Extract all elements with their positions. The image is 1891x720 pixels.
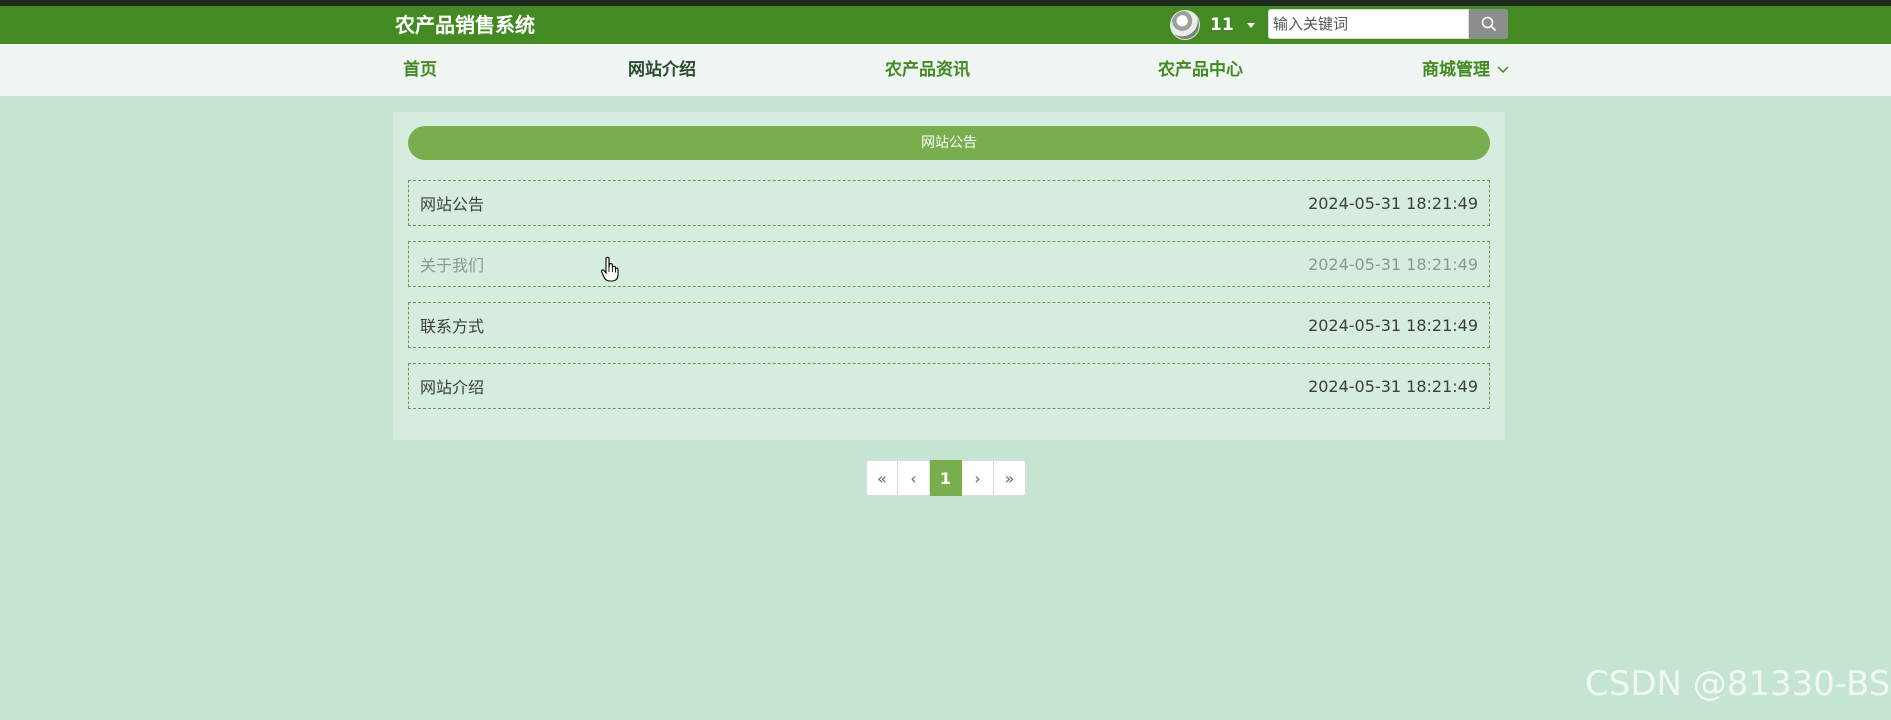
page-number-button[interactable]: 1 (930, 460, 962, 496)
list-item[interactable]: 网站介绍 2024-05-31 18:21:49 (408, 363, 1490, 409)
list-item-date: 2024-05-31 18:21:49 (1308, 376, 1478, 396)
first-page-button[interactable]: « (866, 460, 898, 496)
username[interactable]: 11 (1210, 15, 1234, 35)
list-item-title[interactable]: 联系方式 (420, 313, 484, 337)
list-item-date: 2024-05-31 18:21:49 (1308, 254, 1478, 274)
pagination: « ‹ 1 › » (866, 460, 1026, 498)
notice-panel: 网站公告 网站公告 2024-05-31 18:21:49 关于我们 2024-… (393, 112, 1505, 440)
search-icon (1481, 16, 1496, 32)
list-item[interactable]: 联系方式 2024-05-31 18:21:49 (408, 302, 1490, 348)
search-box (1268, 9, 1508, 39)
nav-item-mall-management[interactable]: 商城管理 (1422, 44, 1510, 96)
header-bar: 农产品销售系统 11 (0, 6, 1891, 44)
nav-item-about-site[interactable]: 网站介绍 (628, 44, 696, 96)
watermark: CSDN @81330-BS (1585, 664, 1891, 704)
list-item-date: 2024-05-31 18:21:49 (1308, 315, 1478, 335)
nav-item-products[interactable]: 农产品中心 (1158, 44, 1243, 96)
last-page-button[interactable]: » (994, 460, 1026, 496)
nav-label: 农产品中心 (1158, 60, 1243, 80)
nav-label: 商城管理 (1422, 60, 1490, 80)
nav-label: 农产品资讯 (885, 60, 970, 80)
list-item-title[interactable]: 网站介绍 (420, 374, 484, 398)
chevron-down-icon (1497, 66, 1509, 74)
list-item[interactable]: 网站公告 2024-05-31 18:21:49 (408, 180, 1490, 226)
nav-label: 首页 (403, 60, 437, 80)
hand-cursor-icon (600, 256, 619, 282)
search-input[interactable] (1268, 9, 1469, 39)
site-title[interactable]: 农产品销售系统 (395, 12, 535, 38)
list-item[interactable]: 关于我们 2024-05-31 18:21:49 (408, 241, 1490, 287)
nav-item-news[interactable]: 农产品资讯 (885, 44, 970, 96)
nav-item-home[interactable]: 首页 (403, 44, 437, 96)
caret-down-icon[interactable] (1246, 22, 1255, 28)
prev-page-button[interactable]: ‹ (898, 460, 930, 496)
user-menu[interactable]: 11 (1170, 10, 1255, 40)
nav-label: 网站介绍 (628, 60, 696, 80)
main-nav: 首页 网站介绍 农产品资讯 农产品中心 商城管理 (0, 44, 1891, 96)
list-item-title[interactable]: 网站公告 (420, 191, 484, 215)
list-item-title[interactable]: 关于我们 (420, 252, 484, 276)
avatar[interactable] (1170, 10, 1200, 40)
panel-title: 网站公告 (408, 126, 1490, 160)
search-button[interactable] (1469, 9, 1508, 39)
list-item-date: 2024-05-31 18:21:49 (1308, 193, 1478, 213)
next-page-button[interactable]: › (962, 460, 994, 496)
